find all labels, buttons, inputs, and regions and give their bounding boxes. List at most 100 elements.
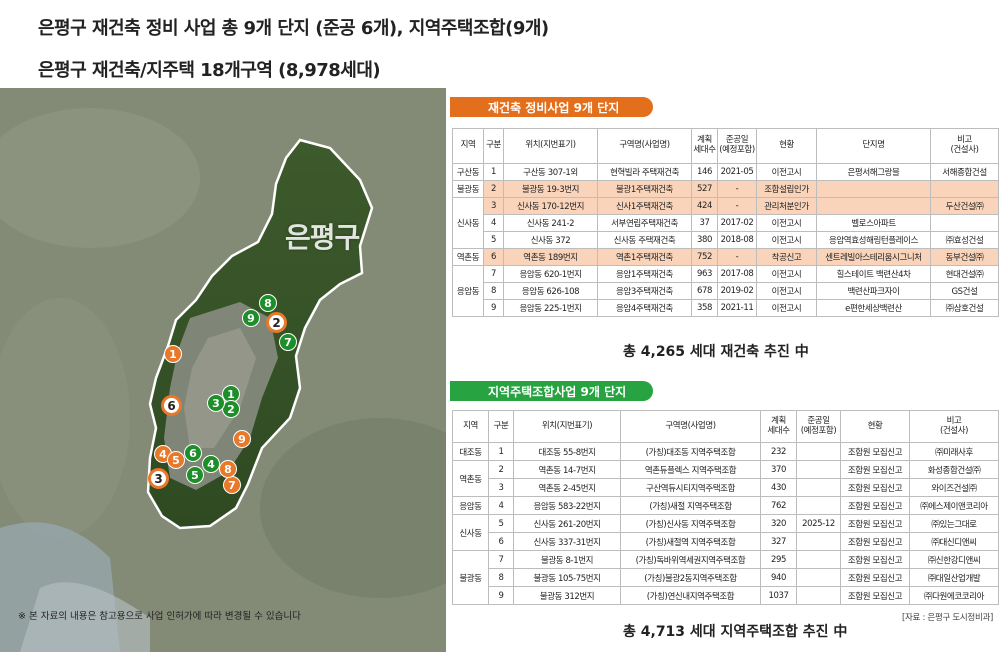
cell-no: 6: [488, 532, 514, 551]
housing-marker-3[interactable]: 3: [207, 394, 225, 412]
cell-units: 146: [691, 163, 718, 181]
region-cell: 불광동: [452, 180, 484, 198]
cell-no: 9: [483, 299, 504, 317]
cell-location: 응암동 620-1번지: [503, 265, 598, 283]
cell-project: 구산역듀시티지역주택조합: [620, 478, 761, 497]
cell-builder: ㈜다원에코코리아: [909, 586, 999, 605]
cell-project: 불광1주택재건축: [597, 180, 692, 198]
cell-units: 37: [691, 214, 718, 232]
reconstruction-marker-5[interactable]: 5: [167, 451, 185, 469]
housing-marker-9[interactable]: 9: [242, 309, 260, 327]
cell-builder: ㈜있는그대로: [909, 514, 999, 533]
housing-marker-4[interactable]: 4: [202, 455, 220, 473]
cell-no: 3: [488, 478, 514, 497]
housing-marker-7[interactable]: 7: [279, 333, 297, 351]
cell-location: 불광동 8-1번지: [513, 550, 621, 569]
cell-completion: -: [717, 180, 757, 198]
reconstruction-marker-2[interactable]: 2: [266, 312, 287, 333]
cell-status: 관리처분인가: [756, 197, 817, 215]
cell-units: 678: [691, 282, 718, 300]
cell-location: 응암동 225-1번지: [503, 299, 598, 317]
cell-builder: 현대건설㈜: [930, 265, 999, 283]
table-row: 응암동 7 응암동 620-1번지 응암1주택재건축 963 2017-08 이…: [452, 265, 999, 317]
reconstruction-marker-8[interactable]: 8: [219, 460, 237, 478]
cell-completion: [796, 442, 841, 461]
cell-status: 이전고시: [756, 214, 817, 232]
col-header-units: 계획 세대수: [760, 410, 797, 443]
cell-complex: [816, 180, 931, 198]
cell-complex: 은평서해그랑블: [816, 163, 931, 181]
cell-no: 8: [488, 568, 514, 587]
cell-completion: [796, 460, 841, 479]
cell-no: 3: [483, 197, 504, 215]
table-row: 5 신사동 372 신사동 주택재건축 380 2018-08 이전고시 응암역…: [453, 231, 999, 249]
cell-builder: 화성종합건설㈜: [909, 460, 999, 479]
cell-completion: [796, 532, 841, 551]
region-cell: 역촌동: [452, 248, 484, 266]
cell-project: 응암1주택재건축: [597, 265, 692, 283]
region-cell: 응암동: [452, 496, 489, 515]
cell-no: 6: [483, 248, 504, 266]
cell-project: 현혁빌라 주택재건축: [597, 163, 692, 181]
cell-project: 응암3주택재건축: [597, 282, 692, 300]
data-source: [자료 : 은평구 도시정비과]: [902, 613, 994, 623]
cell-status: 조합원 모집신고: [840, 586, 910, 605]
table-row: 구산동 1 구산동 307-1외 현혁빌라 주택재건축 146 2021-05 …: [452, 163, 999, 181]
reconstruction-marker-6[interactable]: 6: [161, 395, 182, 416]
table-row: 역촌동 2 역촌동 14-7번지 역촌듀플렉스 지역주택조합 370 조합원 모…: [452, 460, 999, 497]
cell-completion: 2025-12: [796, 514, 841, 533]
cell-status: 이전고시: [756, 163, 817, 181]
cell-project: 서부연립주택재건축: [597, 214, 692, 232]
cell-location: 역촌동 2-45번지: [513, 478, 621, 497]
cell-location: 역촌동 14-7번지: [513, 460, 621, 479]
cell-completion: -: [717, 197, 757, 215]
cell-units: 424: [691, 197, 718, 215]
cell-no: 1: [488, 442, 514, 461]
cell-project: 역촌1주택재건축: [597, 248, 692, 266]
table-row: 대조동 1 대조동 55-8번지 (가칭)대조동 지역주택조합 232 조합원 …: [452, 442, 999, 461]
cell-project: 신사1주택재건축: [597, 197, 692, 215]
cell-status: 조합원 모집신고: [840, 460, 910, 479]
cell-units: 527: [691, 180, 718, 198]
cell-no: 4: [483, 214, 504, 232]
housing-marker-5[interactable]: 5: [186, 466, 204, 484]
table-row: 6 신사동 337-31번지 (가칭)새절역 지역주택조합 327 조합원 모집…: [453, 532, 999, 551]
cell-location: 신사동 372: [503, 231, 598, 249]
reconstruction-marker-7[interactable]: 7: [223, 476, 241, 494]
col-header-no: 구분: [488, 410, 514, 443]
table-header-row: 지역 구분 위치(지번표기) 구역명(사업명) 계획 세대수 준공일 (예정포함…: [452, 410, 999, 443]
cell-location: 신사동 170-12번지: [503, 197, 598, 215]
cell-units: 752: [691, 248, 718, 266]
col-header-complex: 단지명: [816, 128, 931, 164]
col-header-project: 구역명(사업명): [597, 128, 692, 164]
table-row: 9 응암동 225-1번지 응암4주택재건축 358 2021-11 이전고시 …: [453, 299, 999, 317]
reconstruction-marker-1[interactable]: 1: [164, 345, 182, 363]
cell-completion: [796, 496, 841, 515]
cell-project: 신사동 주택재건축: [597, 231, 692, 249]
district-map: 은평구 1 2 3 4 5 6 7 8 9 1 2 3 4 5 6 7 8 9 …: [0, 88, 446, 652]
page-subtitle: 은평구 재건축/지주택 18개구역 (8,978세대): [38, 60, 381, 81]
housing-marker-8[interactable]: 8: [259, 294, 277, 312]
cell-builder: [930, 180, 999, 198]
reconstruction-summary: 총 4,265 세대 재건축 추진 中: [623, 344, 809, 360]
cell-complex: 센트레빌아스테리움시그니처: [816, 248, 931, 266]
housing-marker-6[interactable]: 6: [184, 444, 202, 462]
col-header-units: 계획 세대수: [691, 128, 718, 164]
cell-completion: -: [717, 248, 757, 266]
reconstruction-marker-3[interactable]: 3: [148, 468, 169, 489]
cell-location: 신사동 261-20번지: [513, 514, 621, 533]
cell-builder: ㈜에스제이앤코리아: [909, 496, 999, 515]
cell-no: 4: [488, 496, 514, 515]
map-disclaimer: ※ 본 자료의 내용은 참고용으로 사업 인허가에 따라 변경될 수 있습니다: [18, 611, 301, 622]
table-header-row: 지역 구분 위치(지번표기) 구역명(사업명) 계획 세대수 준공일 (예정포함…: [452, 128, 999, 164]
cell-builder: ㈜대일산업개발: [909, 568, 999, 587]
cell-complex: 벨로스아파트: [816, 214, 931, 232]
cell-builder: ㈜미래사후: [909, 442, 999, 461]
cell-completion: [796, 568, 841, 587]
cell-builder: 와이즈건설㈜: [909, 478, 999, 497]
reconstruction-marker-9[interactable]: 9: [233, 430, 251, 448]
cell-status: 이전고시: [756, 299, 817, 317]
table-row: 응암동 4 응암동 583-22번지 (가칭)새절 지역주택조합 762 조합원…: [452, 496, 999, 515]
cell-location: 응암동 583-22번지: [513, 496, 621, 515]
map-terrain: [0, 88, 446, 652]
